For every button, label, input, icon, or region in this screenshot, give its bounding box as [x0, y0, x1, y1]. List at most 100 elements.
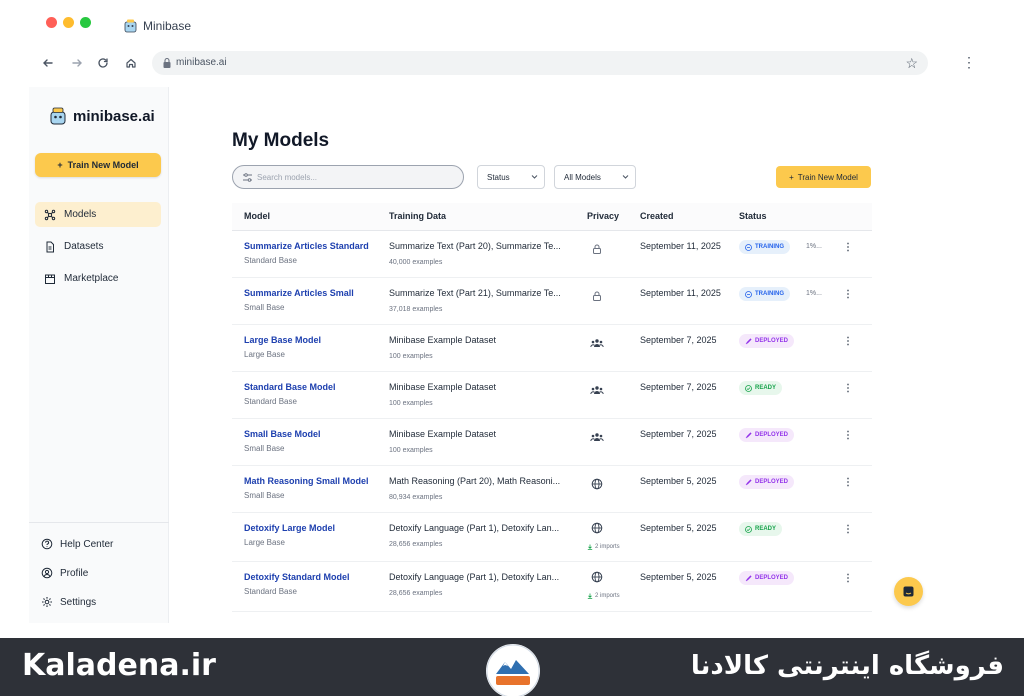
row-actions-menu-icon[interactable]: ⋮ — [843, 383, 853, 394]
tab-title[interactable]: Minibase — [143, 19, 191, 33]
model-name-link[interactable]: Small Base Model — [244, 429, 321, 439]
sidebar-item-label: Settings — [60, 596, 97, 608]
sidebar-item-datasets[interactable]: Datasets — [35, 234, 161, 259]
status-filter-select[interactable]: Status — [477, 165, 545, 189]
browser-titlebar: Minibase — [0, 0, 1024, 44]
training-example-count: 80,934 examples — [389, 494, 443, 501]
training-example-count: 40,000 examples — [389, 259, 443, 266]
lock-icon — [163, 57, 171, 68]
column-header-privacy[interactable]: Privacy — [587, 211, 619, 221]
train-new-model-label: Train New Model — [797, 172, 858, 182]
gear-icon — [42, 597, 52, 607]
search-box[interactable] — [232, 165, 464, 189]
training-data-text: Minibase Example Dataset — [389, 429, 497, 439]
column-header-created[interactable]: Created — [640, 211, 674, 221]
training-data-text: Math Reasoning (Part 20), Math Reasoni..… — [389, 476, 561, 486]
model-name-link[interactable]: Detoxify Standard Model — [244, 572, 350, 582]
training-progress: 1%... — [806, 290, 822, 297]
sidebar-item-profile[interactable]: Profile — [41, 567, 88, 579]
model-base-label: Small Base — [244, 491, 285, 500]
table-row[interactable]: Large Base Model Large Base Minibase Examp… — [232, 325, 872, 372]
created-date: September 5, 2025 — [640, 476, 717, 486]
created-date: September 11, 2025 — [640, 241, 721, 251]
training-data-text: Summarize Text (Part 21), Summarize Te..… — [389, 288, 561, 298]
search-input[interactable] — [257, 169, 457, 185]
training-data-text: Minibase Example Dataset — [389, 335, 497, 345]
status-badge: TRAINING — [739, 287, 790, 301]
model-name-link[interactable]: Math Reasoning Small Model — [244, 476, 369, 486]
profile-icon — [41, 567, 53, 579]
row-actions-menu-icon[interactable]: ⋮ — [843, 477, 853, 488]
row-actions-menu-icon[interactable]: ⋮ — [843, 524, 853, 535]
row-actions-menu-icon[interactable]: ⋮ — [843, 573, 853, 584]
model-name-link[interactable]: Standard Base Model — [244, 382, 336, 392]
train-new-model-sidebar-button[interactable]: + Train New Model — [35, 153, 161, 177]
status-badge: DEPLOYED — [739, 475, 795, 489]
column-header-training-data[interactable]: Training Data — [389, 211, 446, 221]
training-data-text: Detoxify Language (Part 1), Detoxify Lan… — [389, 572, 560, 582]
training-data-text: Summarize Text (Part 20), Summarize Te..… — [389, 241, 561, 251]
minimize-window-button[interactable] — [63, 17, 74, 28]
watermark-site-name: Kaladena.ir — [22, 648, 216, 683]
url-text: minibase.ai — [176, 57, 227, 68]
training-example-count: 100 examples — [389, 447, 433, 454]
train-new-model-label: Train New Model — [67, 160, 139, 170]
model-name-link[interactable]: Large Base Model — [244, 335, 321, 345]
table-row[interactable]: Math Reasoning Small Model Small Base Math… — [232, 466, 872, 513]
model-base-label: Standard Base — [244, 397, 297, 406]
row-actions-menu-icon[interactable]: ⋮ — [843, 289, 853, 300]
status-badge-label: DEPLOYED — [755, 338, 789, 344]
home-icon[interactable] — [122, 54, 140, 72]
maximize-window-button[interactable] — [80, 17, 91, 28]
plus-icon: + — [57, 160, 63, 170]
status-badge-label: DEPLOYED — [755, 575, 789, 581]
sidebar-item-label: Models — [64, 209, 97, 220]
brand[interactable]: minibase.ai — [49, 107, 155, 125]
imports-count: 2 imports — [587, 544, 620, 550]
model-name-link[interactable]: Summarize Articles Standard — [244, 241, 369, 251]
address-bar[interactable]: minibase.ai ☆ — [152, 51, 928, 75]
models-icon — [44, 209, 56, 221]
table-row[interactable]: Small Base Model Small Base Minibase Examp… — [232, 419, 872, 466]
row-actions-menu-icon[interactable]: ⋮ — [843, 242, 853, 253]
table-row[interactable]: Summarize Articles Standard Standard Base… — [232, 231, 872, 278]
back-arrow-icon[interactable] — [39, 54, 57, 72]
reload-icon[interactable] — [94, 54, 112, 72]
sidebar-item-settings[interactable]: Settings — [41, 596, 96, 608]
chevron-down-icon — [622, 175, 629, 179]
chat-support-button[interactable] — [894, 577, 923, 606]
models-table: Model Training Data Privacy Created Stat… — [232, 203, 872, 612]
sidebar-item-label: Profile — [60, 567, 89, 579]
model-name-link[interactable]: Summarize Articles Small — [244, 288, 354, 298]
table-row[interactable]: Standard Base Model Standard Base Minibase… — [232, 372, 872, 419]
team-icon — [590, 336, 604, 350]
model-base-label: Standard Base — [244, 587, 297, 596]
status-badge: DEPLOYED — [739, 334, 795, 348]
browser-menu-icon[interactable]: ⋮ — [962, 54, 976, 71]
download-icon — [587, 544, 593, 550]
table-row[interactable]: Detoxify Large Model Large Base Detoxify L… — [232, 513, 872, 562]
sidebar-item-marketplace[interactable]: Marketplace — [35, 266, 161, 291]
imports-label: 2 imports — [595, 544, 620, 550]
model-name-link[interactable]: Detoxify Large Model — [244, 523, 335, 533]
team-icon — [590, 430, 604, 444]
column-header-status[interactable]: Status — [739, 211, 767, 221]
sidebar-item-help-center[interactable]: Help Center — [41, 538, 113, 550]
bookmark-star-icon[interactable]: ☆ — [905, 55, 918, 72]
created-date: September 7, 2025 — [640, 382, 717, 392]
forward-arrow-icon[interactable] — [68, 54, 86, 72]
training-data-text: Detoxify Language (Part 1), Detoxify Lan… — [389, 523, 560, 533]
sidebar-item-models[interactable]: Models — [35, 202, 161, 227]
models-filter-select[interactable]: All Models — [554, 165, 636, 189]
status-badge: DEPLOYED — [739, 571, 795, 585]
minibase-logo-icon — [50, 107, 66, 125]
model-base-label: Large Base — [244, 538, 285, 547]
train-new-model-button[interactable]: + Train New Model — [776, 166, 871, 188]
close-window-button[interactable] — [46, 17, 57, 28]
table-row[interactable]: Summarize Articles Small Small Base Summar… — [232, 278, 872, 325]
row-actions-menu-icon[interactable]: ⋮ — [843, 336, 853, 347]
column-header-model[interactable]: Model — [244, 211, 270, 221]
team-icon — [590, 383, 604, 397]
row-actions-menu-icon[interactable]: ⋮ — [843, 430, 853, 441]
table-row[interactable]: Detoxify Standard Model Standard Base Deto… — [232, 562, 872, 612]
